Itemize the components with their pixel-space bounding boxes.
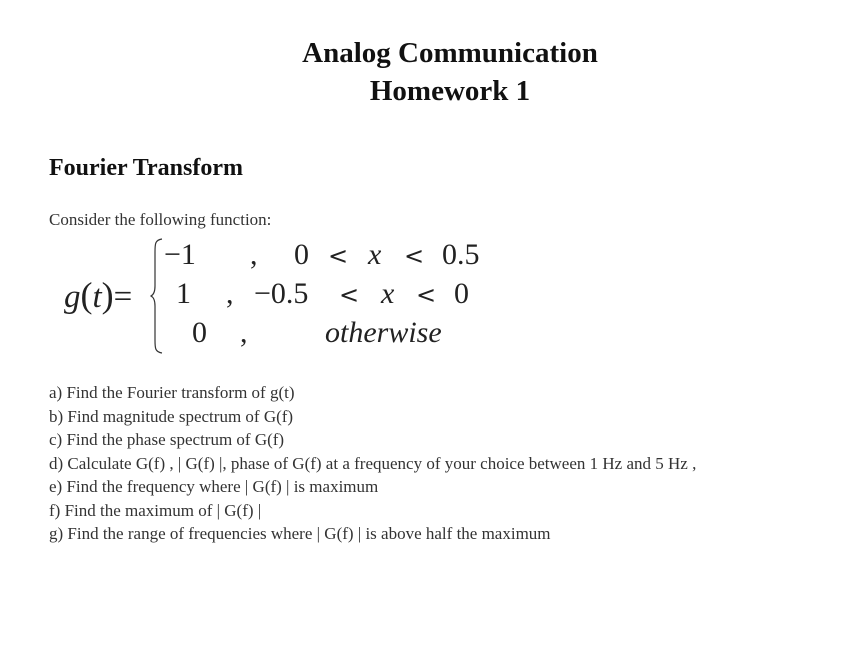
document-title: Analog Communication Homework 1 [0,34,861,110]
case-variable: x [381,277,395,310]
less-than: < [328,242,349,270]
case-lower-bound: −0.5 [254,277,309,310]
piecewise-equation: g(t)= −1 , 0 < x < 0.5 1 , −0.5 < x < 0 … [64,236,504,358]
less-than: < [404,242,425,270]
question-item: e) Find the frequency where | G(f) | is … [49,477,379,496]
equals-sign: = [113,279,133,315]
title-line-2: Homework 1 [369,75,531,107]
case-value: 0 [192,316,207,349]
case-variable: x [368,238,382,271]
case-value: 1 [176,277,191,310]
less-than: < [416,281,437,309]
case-condition: otherwise [325,316,442,349]
case-upper-bound: 0.5 [442,238,480,271]
less-than: < [339,281,360,309]
function-name: g [64,279,81,315]
intro-text: Consider the following function: [49,210,272,229]
question-item: d) Calculate G(f) , | G(f) |, phase of G… [49,453,697,473]
question-list: a) Find the Fourier transform of g(t) b)… [49,381,696,546]
question-item: f) Find the maximum of | G(f) | [49,500,262,520]
title-line-1: Analog Communication [302,37,598,69]
question-item: a) Find the Fourier transform of g(t) [49,383,295,402]
case-lower-bound: 0 [294,238,309,271]
section-heading: Fourier Transform [49,155,243,181]
function-variable: t [92,279,102,315]
question-item: g) Find the range of frequencies where |… [49,524,551,543]
question-item: b) Find magnitude spectrum of G(f) [49,406,294,426]
case-comma: , [226,277,234,310]
case-comma: , [250,238,258,271]
close-paren: ) [101,275,114,315]
left-brace-icon [150,238,163,354]
question-item: c) Find the phase spectrum of G(f) [49,430,285,449]
open-paren: ( [80,275,93,315]
case-value: −1 [164,238,196,271]
case-comma: , [240,316,248,349]
case-upper-bound: 0 [454,277,469,310]
equation-lhs: g(t)= [64,274,132,316]
